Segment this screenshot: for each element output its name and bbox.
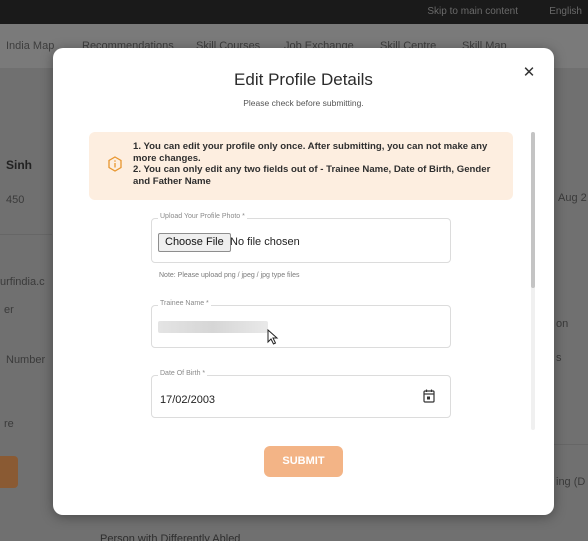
modal-subtitle: Please check before submitting. xyxy=(243,98,364,108)
notice-line-2: 2. You can only edit any two fields out … xyxy=(133,164,491,187)
profile-photo-label: Upload Your Profile Photo * xyxy=(158,213,247,220)
bg-divider xyxy=(0,234,52,235)
bg-text: ing (D xyxy=(556,476,586,488)
modal-scroll-area[interactable]: 1. You can edit your profile only once. … xyxy=(89,132,537,432)
bg-action-button xyxy=(0,456,18,488)
trainee-name-field[interactable]: Trainee Name * xyxy=(151,300,451,348)
bg-text: s xyxy=(556,352,562,364)
edit-notice: 1. You can edit your profile only once. … xyxy=(89,132,513,200)
close-icon[interactable]: ✕ xyxy=(522,65,536,80)
notice-text: 1. You can edit your profile only once. … xyxy=(133,141,503,187)
choose-file-button[interactable]: Choose File xyxy=(158,233,231,252)
trainee-name-value[interactable] xyxy=(158,321,268,333)
trainee-name-label: Trainee Name * xyxy=(158,300,211,307)
modal-title: Edit Profile Details xyxy=(234,70,373,89)
bg-text: Sinh xyxy=(6,158,32,172)
language-selector[interactable]: English xyxy=(549,6,582,17)
notice-line-1: 1. You can edit your profile only once. … xyxy=(133,141,488,164)
nav-item-india-map[interactable]: India Map xyxy=(6,40,54,52)
file-status: No file chosen xyxy=(230,236,300,248)
bg-text: Person with Differently Abled xyxy=(100,533,241,541)
submit-button[interactable]: SUBMIT xyxy=(264,446,343,477)
date-of-birth-value[interactable]: 17/02/2003 xyxy=(160,394,215,406)
profile-photo-field: Upload Your Profile Photo * Choose File … xyxy=(151,213,451,263)
bg-text: 450 xyxy=(6,194,25,206)
edit-profile-modal: Edit Profile Details Please check before… xyxy=(53,48,554,515)
file-type-note: Note: Please upload png / jpeg / jpg typ… xyxy=(159,272,300,279)
bg-divider xyxy=(554,444,588,445)
info-hexagon-icon xyxy=(108,156,122,172)
mouse-cursor-icon xyxy=(267,329,279,345)
calendar-icon[interactable] xyxy=(423,389,435,403)
bg-text: re xyxy=(4,418,14,430)
date-of-birth-label: Date Of Birth * xyxy=(158,370,208,377)
bg-text: urfindia.c xyxy=(0,276,45,288)
bg-text: Aug 2 xyxy=(558,192,587,204)
bg-text: er xyxy=(4,304,14,316)
top-utility-bar: Skip to main content English xyxy=(0,0,588,24)
date-of-birth-field[interactable]: Date Of Birth * 17/02/2003 xyxy=(151,370,451,418)
scrollbar-thumb[interactable] xyxy=(531,132,535,288)
bg-text: Number xyxy=(6,354,46,366)
skip-link[interactable]: Skip to main content xyxy=(427,6,518,17)
bg-text: on xyxy=(556,318,569,330)
